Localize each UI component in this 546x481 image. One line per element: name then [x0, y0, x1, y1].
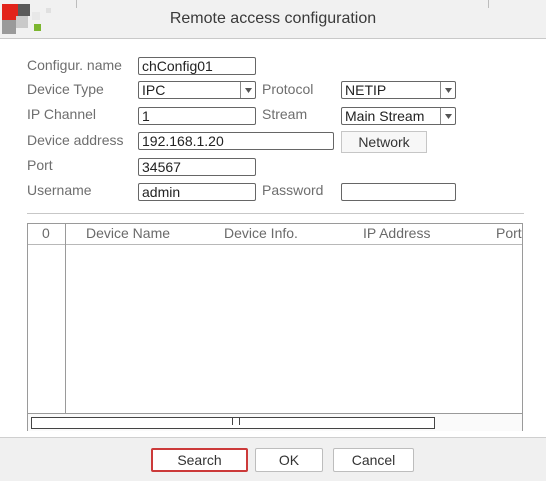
stream-value: Main Stream [345, 108, 425, 124]
search-button[interactable]: Search [151, 448, 248, 472]
config-name-label: Configur. name [27, 57, 122, 73]
device-type-label: Device Type [27, 81, 104, 97]
remote-access-dialog: Remote access configuration Configur. na… [0, 0, 546, 481]
title-bar: Remote access configuration [0, 0, 546, 39]
dialog-title: Remote access configuration [169, 10, 377, 27]
column-header-device-info[interactable]: Device Info. [224, 225, 298, 241]
cancel-button[interactable]: Cancel [333, 448, 414, 472]
ip-channel-input[interactable]: 1 [138, 107, 256, 125]
protocol-select[interactable]: NETIP [341, 81, 456, 99]
column-header-port[interactable]: Port [496, 225, 522, 241]
divider [27, 213, 524, 214]
chevron-down-icon[interactable] [240, 82, 255, 98]
ip-channel-label: IP Channel [27, 106, 97, 122]
device-address-input[interactable]: 192.168.1.20 [138, 132, 334, 150]
column-header-index[interactable]: 0 [42, 225, 50, 241]
column-header-device-name[interactable]: Device Name [86, 225, 170, 241]
scrollbar-grip-icon [232, 417, 240, 425]
stream-select[interactable]: Main Stream [341, 107, 456, 125]
chevron-down-icon[interactable] [440, 108, 455, 124]
horizontal-scrollbar[interactable] [28, 413, 522, 431]
device-table[interactable]: 0 Device Name Device Info. IP Address Po… [27, 223, 523, 431]
password-input[interactable] [341, 183, 456, 201]
port-label: Port [27, 157, 53, 173]
password-label: Password [262, 182, 324, 198]
username-label: Username [27, 182, 92, 198]
config-name-input[interactable]: chConfig01 [138, 57, 256, 75]
stream-label: Stream [262, 106, 308, 122]
device-type-value: IPC [142, 82, 166, 98]
dialog-footer: Search OK Cancel [0, 437, 546, 481]
table-header: 0 Device Name Device Info. IP Address Po… [28, 224, 522, 245]
port-input[interactable]: 34567 [138, 158, 256, 176]
chevron-down-icon[interactable] [440, 82, 455, 98]
network-button[interactable]: Network [341, 131, 427, 153]
protocol-label: Protocol [262, 81, 314, 97]
column-divider [65, 224, 66, 413]
device-address-label: Device address [27, 132, 124, 148]
protocol-value: NETIP [345, 82, 387, 98]
ok-button[interactable]: OK [255, 448, 323, 472]
device-type-select[interactable]: IPC [138, 81, 256, 99]
username-input[interactable]: admin [138, 183, 256, 201]
column-header-ip-address[interactable]: IP Address [363, 225, 430, 241]
